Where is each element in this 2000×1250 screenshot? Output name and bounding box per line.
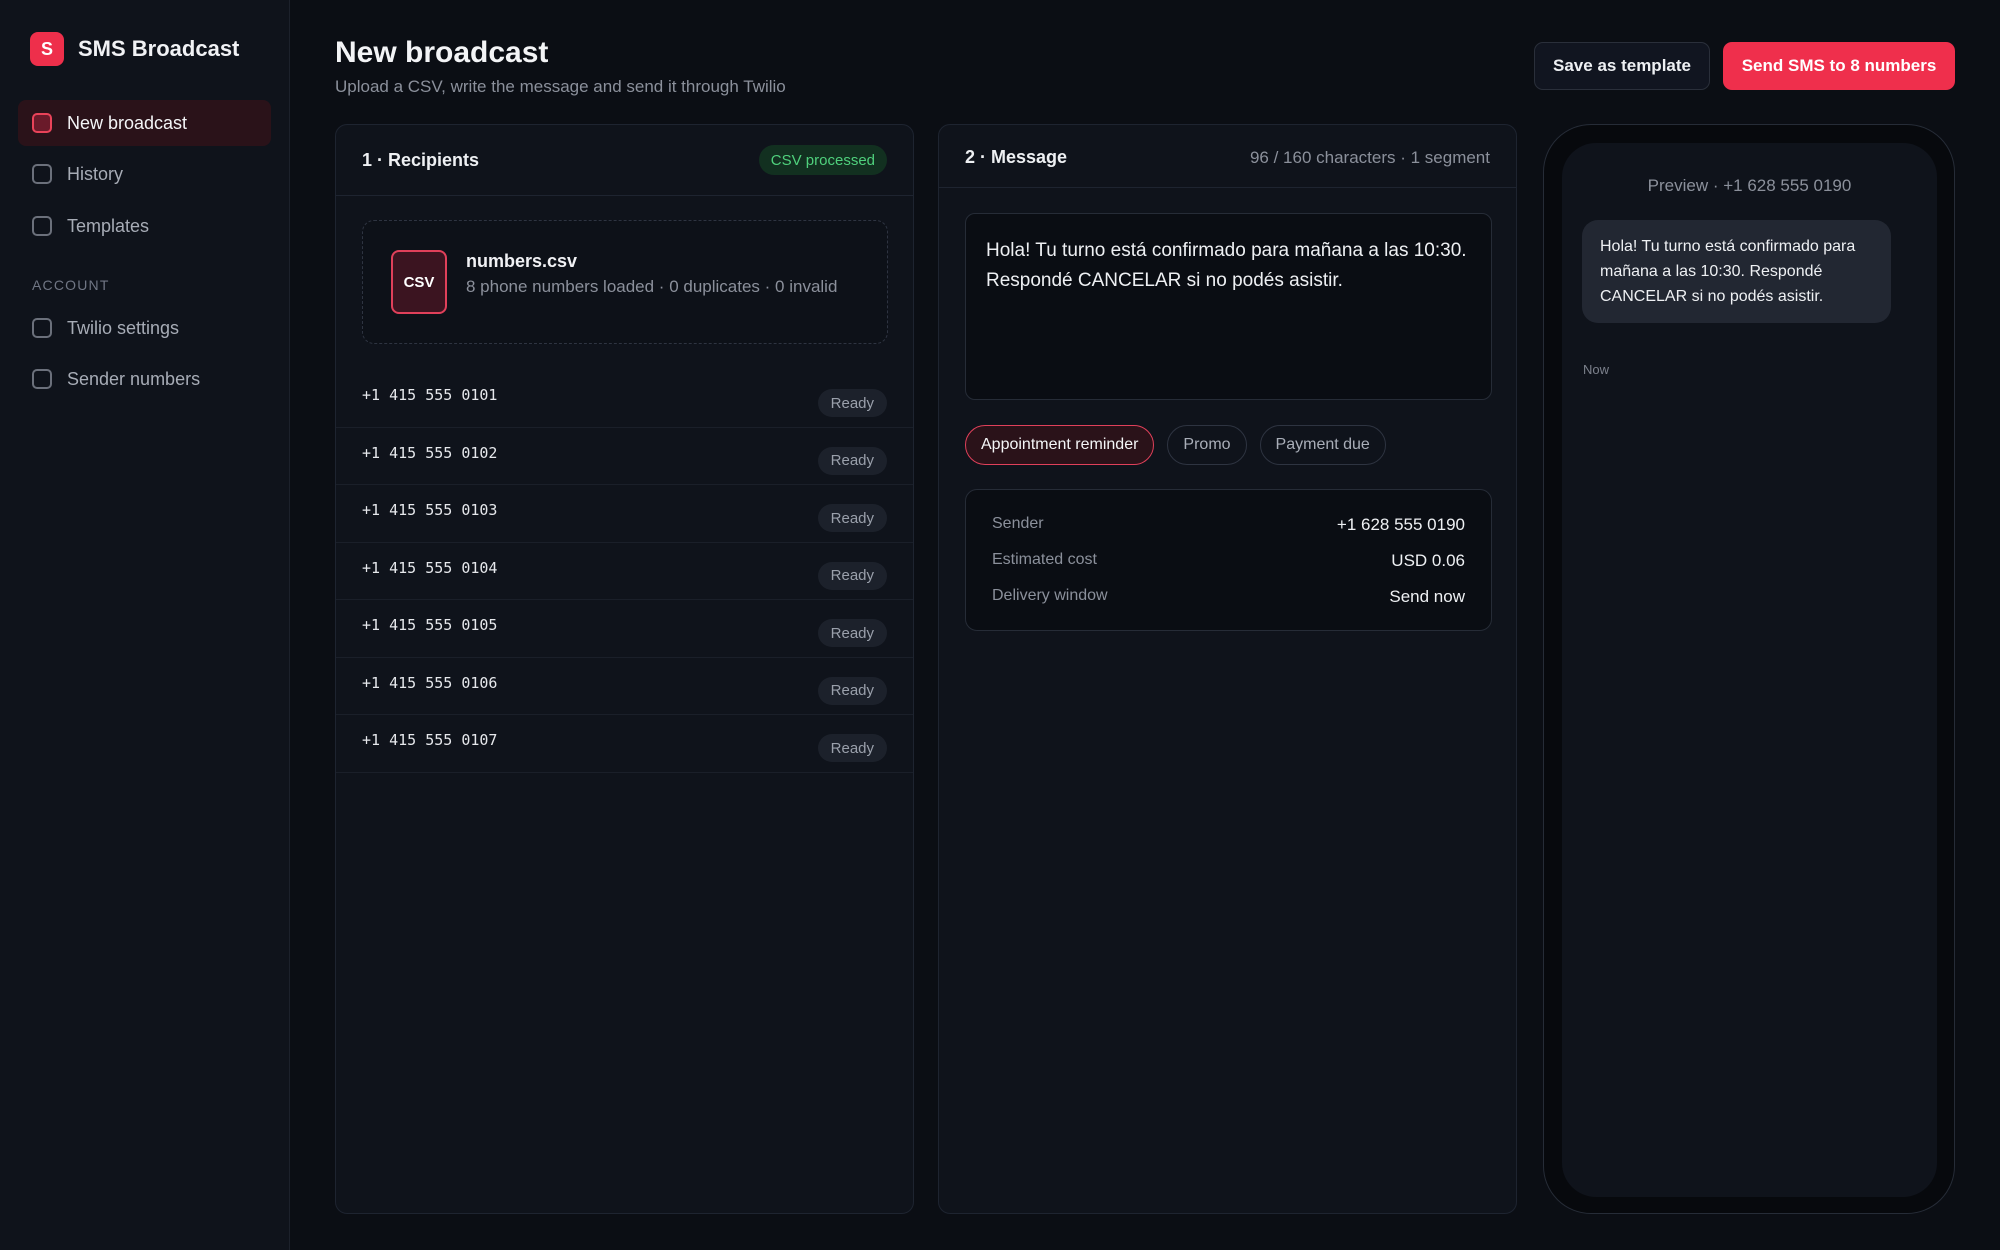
delivery-window-label: Delivery window <box>992 587 1108 604</box>
settings-icon <box>32 318 52 338</box>
sms-bubble: Hola! Tu turno está confirmado para maña… <box>1582 220 1891 323</box>
new-broadcast-icon <box>32 113 52 133</box>
sidebar-item-sender-numbers[interactable]: Sender numbers <box>18 356 271 402</box>
recipient-status-badge: Ready <box>817 619 887 647</box>
page-subtitle: Upload a CSV, write the message and send… <box>335 77 786 96</box>
estimated-cost-row: Estimated cost USD 0.06 <box>992 551 1465 575</box>
sidebar-item-label: New broadcast <box>67 112 188 133</box>
sms-timestamp: Now <box>1583 362 1610 377</box>
sidebar-item-templates[interactable]: Templates <box>18 203 271 249</box>
template-chips: Appointment reminder Promo Payment due <box>965 425 1399 465</box>
sender-row: Sender +1 628 555 0190 <box>992 515 1465 539</box>
csv-file-card[interactable]: CSV numbers.csv 8 phone numbers loaded ·… <box>362 220 888 344</box>
recipient-list: +1 415 555 0101 Ready +1 415 555 0102 Re… <box>336 370 913 773</box>
sidebar-item-label: Twilio settings <box>67 317 180 338</box>
sender-value: +1 628 555 0190 <box>1336 515 1465 534</box>
history-icon <box>32 164 52 184</box>
recipient-status-badge: Ready <box>817 676 887 705</box>
recipient-status-badge: Ready <box>817 389 887 417</box>
sidebar-item-label: Templates <box>67 215 150 236</box>
recipient-row: +1 415 555 0103 Ready <box>336 485 913 543</box>
character-count: 96 / 160 characters · 1 segment <box>1249 148 1490 167</box>
recipient-row: +1 415 555 0101 Ready <box>336 370 913 428</box>
message-panel-header: 2 · Message 96 / 160 characters · 1 segm… <box>939 125 1516 188</box>
phone-preview: Preview · +1 628 555 0190 Hola! Tu turno… <box>1543 124 1955 1214</box>
brand[interactable]: S SMS Broadcast <box>30 32 239 66</box>
message-panel: 2 · Message 96 / 160 characters · 1 segm… <box>938 124 1517 1214</box>
recipient-status-badge: Ready <box>817 446 887 475</box>
recipient-number: +1 415 555 0105 <box>362 616 498 634</box>
sidebar-item-history[interactable]: History <box>18 151 271 197</box>
recipient-status-badge: Ready <box>817 734 887 762</box>
sidebar-item-label: Sender numbers <box>67 368 201 389</box>
sidebar: S SMS Broadcast New broadcast History Te… <box>0 0 290 1250</box>
template-chip-payment-due[interactable]: Payment due <box>1259 425 1386 465</box>
sender-label: Sender <box>992 515 1044 532</box>
send-details-card: Sender +1 628 555 0190 Estimated cost US… <box>965 489 1492 631</box>
estimated-cost-value: USD 0.06 <box>1391 551 1465 570</box>
recipient-number: +1 415 555 0106 <box>362 673 498 692</box>
csv-file-icon: CSV <box>391 250 447 314</box>
recipient-row: +1 415 555 0105 Ready <box>336 600 913 658</box>
send-sms-button[interactable]: Send SMS to 8 numbers <box>1723 42 1955 90</box>
recipient-status-badge: Ready <box>817 561 887 590</box>
templates-icon <box>32 216 52 236</box>
recipient-number: +1 415 555 0103 <box>362 501 498 519</box>
delivery-window-row: Delivery window Send now <box>992 587 1465 611</box>
phone-screen: Preview · +1 628 555 0190 Hola! Tu turno… <box>1562 143 1937 1197</box>
recipient-number: +1 415 555 0107 <box>362 731 498 749</box>
recipient-number: +1 415 555 0102 <box>362 443 498 462</box>
sidebar-item-label: History <box>67 163 124 184</box>
phone-icon <box>32 369 52 389</box>
csv-status-badge: CSV processed <box>758 145 887 175</box>
recipients-panel: 1 · Recipients CSV processed CSV numbers… <box>335 124 914 1214</box>
preview-header: Preview · +1 628 555 0190 <box>1647 176 1852 195</box>
estimated-cost-label: Estimated cost <box>992 551 1097 568</box>
recipient-status-badge: Ready <box>817 504 887 532</box>
delivery-window-value: Send now <box>1389 587 1465 606</box>
sidebar-item-new-broadcast[interactable]: New broadcast <box>18 100 271 146</box>
message-title: 2 · Message <box>965 147 1068 167</box>
csv-file-meta: 8 phone numbers loaded · 0 duplicates · … <box>466 277 838 296</box>
recipients-title: 1 · Recipients <box>362 150 480 170</box>
message-textarea[interactable]: Hola! Tu turno está confirmado para maña… <box>965 213 1492 400</box>
app-logo: S <box>30 32 64 66</box>
template-chip-appointment-reminder[interactable]: Appointment reminder <box>965 425 1155 465</box>
save-as-template-button[interactable]: Save as template <box>1534 42 1710 90</box>
csv-file-name: numbers.csv <box>466 251 578 271</box>
recipient-row: +1 415 555 0102 Ready <box>336 428 913 485</box>
recipient-number: +1 415 555 0101 <box>362 386 498 404</box>
recipient-row: +1 415 555 0107 Ready <box>336 715 913 773</box>
page-title: New broadcast <box>335 36 549 69</box>
recipients-panel-header: 1 · Recipients CSV processed <box>336 125 913 196</box>
recipient-row: +1 415 555 0104 Ready <box>336 543 913 600</box>
account-section-label: ACCOUNT <box>32 277 110 293</box>
recipient-row: +1 415 555 0106 Ready <box>336 658 913 715</box>
template-chip-promo[interactable]: Promo <box>1167 425 1247 465</box>
sidebar-item-twilio-settings[interactable]: Twilio settings <box>18 305 271 351</box>
app-name: SMS Broadcast <box>78 36 240 61</box>
recipient-number: +1 415 555 0104 <box>362 558 498 577</box>
